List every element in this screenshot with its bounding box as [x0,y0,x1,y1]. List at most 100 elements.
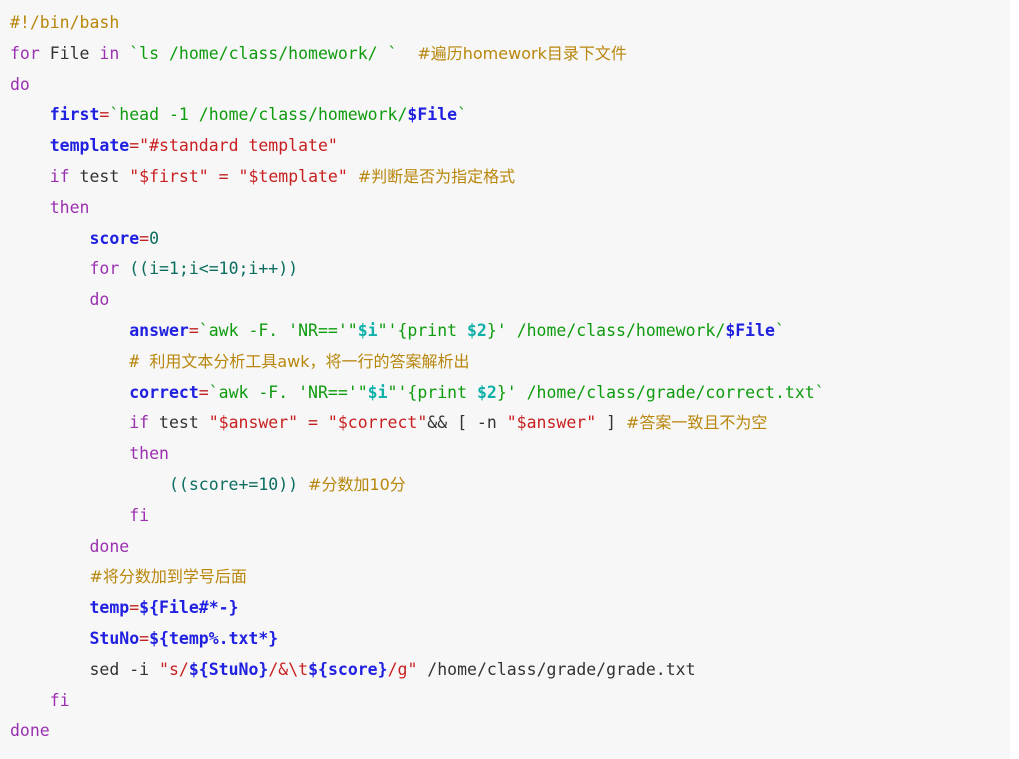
variable-template: template [49,136,130,156]
code-line-21: StuNo=${temp%.txt*} [0,624,1010,655]
closing-bracket: ] [596,413,626,433]
code-line-12: # 利用文本分析工具awk，将一行的答案解析出 [0,347,1010,378]
homework-path: /home/class/homework/ [516,320,726,340]
inline-comment: #遍历homework目录下文件 [417,43,627,63]
keyword-then: then [129,444,169,464]
number-zero: 0 [149,228,160,248]
assign-operator: = [99,105,110,125]
keyword-done: done [89,536,130,556]
assign-operator: = [129,136,140,156]
backtick-close: ` [814,382,825,402]
awk-print: "'{print [387,382,477,402]
inline-comment: #答案一致且不为空 [625,413,768,433]
code-line-10: do [0,285,1010,316]
string-answer-nonempty: "$answer" [506,413,597,433]
code-line-2: for File in `ls /home/class/homework/ ` … [0,39,1010,70]
and-test-bracket: && [ -n [427,413,507,433]
code-line-18: done [0,532,1010,563]
code-line-22: sed -i "s/${StuNo}/&\t${score}/g" /home/… [0,655,1010,686]
ls-command: ls /home/class/homework/ [139,43,388,63]
code-line-23: fi [0,686,1010,717]
loop-variable-file: File [39,43,100,63]
backtick-open: ` [129,43,140,63]
sed-replacement-tab: /&\t [268,659,309,679]
inline-comment: #分数加10分 [308,474,406,494]
awk-command: awk -F. 'NR=='" [218,382,368,402]
keyword-in: in [99,43,130,63]
parameter-expansion-file: ${File#*-} [139,598,239,618]
code-line-3: do [0,70,1010,101]
code-block: #!/bin/bash for File in `ls /home/class/… [0,0,1010,759]
expansion-score: ${score} [308,659,388,679]
equals-operator: = [298,413,328,433]
variable-score: score [89,228,140,248]
code-line-11: answer=`awk -F. 'NR=='"$i"'{print $2}' /… [0,316,1010,347]
string-first: "$first" [129,166,209,186]
variable-first: first [49,105,100,125]
backtick-close: ` [387,43,398,63]
quote-close: " [407,659,418,679]
backtick-open: ` [208,382,219,402]
keyword-do: do [10,74,30,94]
code-line-15: then [0,439,1010,470]
code-line-13: correct=`awk -F. 'NR=='"$i"'{print $2}' … [0,378,1010,409]
code-line-14: if test "$answer" = "$correct"&& [ -n "$… [0,408,1010,439]
assign-operator: = [129,598,140,618]
awk-var-i: $i [367,382,388,402]
string-standard-template: "#standard template" [139,136,338,156]
awk-close: }' [486,320,517,340]
assign-operator: = [198,382,209,402]
grade-txt-path: /home/class/grade/grade.txt [417,659,696,679]
awk-close: }' [496,382,527,402]
parameter-expansion-temp: ${temp%.txt*} [149,628,279,648]
equals-operator: = [208,166,239,186]
inline-comment: #判断是否为指定格式 [357,166,516,186]
comment-awk-explanation: 利用文本分析工具awk，将一行的答案解析出 [139,351,470,371]
comment-hash: # [129,351,140,371]
code-line-4: first=`head -1 /home/class/homework/$Fil… [0,100,1010,131]
correct-txt-path: /home/class/grade/correct.txt [526,382,815,402]
sed-substitute-start: s/ [168,659,189,679]
backtick-close: ` [774,320,785,340]
variable-ref-file: $File [725,320,775,340]
backtick-open: ` [198,320,209,340]
awk-var-i: $i [357,320,378,340]
assign-operator: = [188,320,199,340]
code-line-19: #将分数加到学号后面 [0,562,1010,593]
assign-operator: = [139,228,150,248]
awk-command: awk -F. 'NR=='" [208,320,358,340]
awk-field-2: $2 [467,320,487,340]
variable-correct: correct [129,382,199,402]
test-command: test [69,166,130,186]
comment-add-score: #将分数加到学号后面 [89,567,247,587]
awk-print: "'{print [377,320,467,340]
code-line-9: for ((i=1;i<=10;i++)) [0,254,1010,285]
variable-stuno: StuNo [89,628,140,648]
code-line-20: temp=${File#*-} [0,593,1010,624]
keyword-if: if [129,413,150,433]
keyword-fi: fi [129,505,150,525]
sed-command: sed -i [89,659,160,679]
keyword-for: for [10,43,40,63]
keyword-if: if [49,166,70,186]
keyword-done: done [10,721,50,741]
